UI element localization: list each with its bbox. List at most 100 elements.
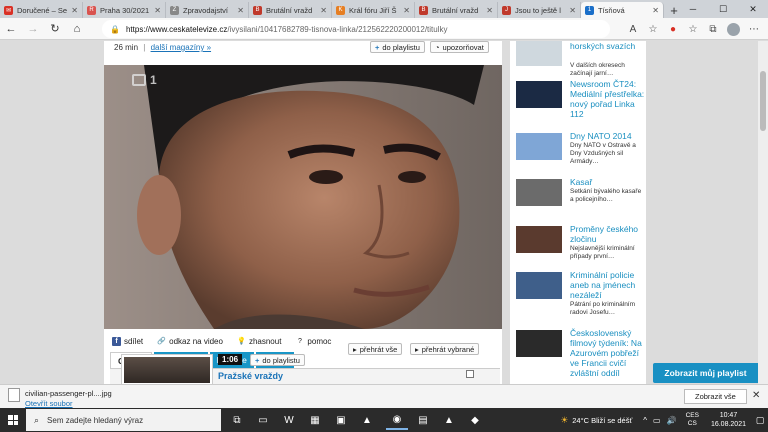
more-magazines-link[interactable]: další magazíny » bbox=[151, 43, 211, 52]
video-link[interactable]: 🔗 odkaz na video bbox=[157, 337, 223, 346]
app-icon-3[interactable]: ▤ bbox=[412, 410, 434, 430]
browser-tab[interactable]: Z Zpravodajství ✕ bbox=[166, 2, 249, 18]
file-icon bbox=[8, 388, 20, 402]
notifications-icon[interactable]: ▢ bbox=[752, 415, 768, 426]
related-thumbnail[interactable] bbox=[516, 41, 562, 66]
tab-favicon-icon: Z bbox=[170, 5, 179, 15]
browser-tab[interactable]: 1 Tísňová ✕ bbox=[581, 2, 664, 18]
tab-close-icon[interactable]: ✕ bbox=[652, 6, 659, 15]
related-title[interactable]: Dny NATO 2014 bbox=[570, 131, 646, 141]
app-icon-4[interactable]: ◆ bbox=[464, 410, 486, 430]
related-thumbnail[interactable] bbox=[516, 179, 562, 206]
page-scrollbar[interactable] bbox=[758, 41, 768, 384]
help-link[interactable]: ? pomoc bbox=[295, 337, 331, 346]
more-icon[interactable]: ⋯ bbox=[744, 24, 764, 35]
related-thumbnail[interactable] bbox=[516, 226, 562, 253]
read-aloud-icon[interactable]: A bbox=[623, 24, 643, 35]
home-icon[interactable]: ⌂ bbox=[66, 19, 88, 39]
avatar[interactable] bbox=[727, 22, 740, 36]
language-indicator[interactable]: CES CS bbox=[686, 412, 699, 428]
toolbar-actions: A ☆ ● ☆ ⧉ ⋯ bbox=[623, 20, 764, 38]
tab-close-icon[interactable]: ✕ bbox=[569, 6, 576, 15]
volume-icon[interactable]: 🔊 bbox=[667, 416, 677, 425]
tab-favicon-icon: ✉ bbox=[4, 5, 13, 15]
play-icon: ▸ bbox=[353, 344, 357, 354]
tab-close-icon[interactable]: ✕ bbox=[403, 6, 410, 15]
favorites-icon[interactable]: ☆ bbox=[683, 24, 703, 35]
close-window-icon[interactable]: ✕ bbox=[738, 0, 768, 18]
browser-tab[interactable]: ✉ Doručené – Se ✕ bbox=[0, 2, 83, 18]
related-title[interactable]: Kriminální policie aneb na jménech nezál… bbox=[570, 270, 646, 300]
browser-tab[interactable]: B Brutální vražd ✕ bbox=[415, 2, 498, 18]
related-title[interactable]: Proměny českého zločinu bbox=[570, 224, 646, 244]
browser-tab[interactable]: J Jsou to ještě l ✕ bbox=[498, 2, 581, 18]
download-item[interactable]: civilian-passenger-pl....jpg Otevřít sou… bbox=[8, 388, 112, 408]
related-title[interactable]: Kasař bbox=[570, 177, 646, 187]
acrobat-icon[interactable]: ▲ bbox=[438, 410, 460, 430]
close-download-bar-icon[interactable]: ✕ bbox=[752, 390, 760, 401]
episode-select-checkbox[interactable] bbox=[466, 370, 474, 378]
clock[interactable]: 10:47 16.08.2021 bbox=[711, 411, 746, 429]
tab-close-icon[interactable]: ✕ bbox=[237, 6, 244, 15]
notify-label: upozorňovat bbox=[442, 42, 484, 52]
scrollbar-thumb[interactable] bbox=[760, 71, 766, 131]
collections-icon[interactable]: ⧉ bbox=[703, 24, 723, 35]
related-thumbnail[interactable] bbox=[516, 81, 562, 108]
vlc-icon[interactable]: ▲ bbox=[356, 410, 378, 430]
tab-close-icon[interactable]: ✕ bbox=[320, 6, 327, 15]
app-icon-1[interactable]: ▦ bbox=[304, 410, 326, 430]
play-selected-button[interactable]: ▸ přehrát vybrané bbox=[410, 343, 480, 355]
taskbar-search[interactable]: ⌕ Sem zadejte hledaný výraz bbox=[26, 409, 221, 431]
show-all-downloads-button[interactable]: Zobrazit vše bbox=[684, 389, 747, 404]
tab-close-icon[interactable]: ✕ bbox=[154, 6, 161, 15]
forward-icon[interactable]: → bbox=[22, 19, 44, 39]
app-icon-2[interactable]: ▣ bbox=[330, 410, 352, 430]
share-link[interactable]: f sdílet bbox=[112, 336, 143, 346]
start-button[interactable] bbox=[0, 408, 26, 432]
related-thumbnail[interactable] bbox=[516, 272, 562, 299]
episode-add-playlist-button[interactable]: + do playlistu bbox=[250, 354, 305, 366]
extension-icon[interactable]: ● bbox=[663, 24, 683, 35]
task-view-icon[interactable]: ⧉ bbox=[226, 410, 248, 430]
related-thumbnail[interactable] bbox=[516, 330, 562, 357]
related-title[interactable]: Československý filmový týdeník: Na Azuro… bbox=[570, 328, 646, 378]
search-icon: ⌕ bbox=[34, 414, 40, 425]
browser-tab[interactable]: K Král fóru Jiří Š ✕ bbox=[332, 2, 415, 18]
episode-thumbnail[interactable] bbox=[122, 355, 212, 384]
dim-lights-label: zhasnout bbox=[248, 336, 282, 346]
minimize-icon[interactable]: ─ bbox=[678, 0, 708, 18]
dim-lights-link[interactable]: 💡 zhasnout bbox=[237, 337, 281, 346]
lock-icon[interactable]: 🔒 bbox=[110, 25, 120, 34]
tab-close-icon[interactable]: ✕ bbox=[486, 6, 493, 15]
related-title[interactable]: horských svazích bbox=[570, 41, 646, 51]
tab-close-icon[interactable]: ✕ bbox=[71, 6, 78, 15]
episode-duration: 1:06 bbox=[218, 354, 243, 365]
tab-favicon-icon: 1 bbox=[585, 5, 594, 15]
episode-title[interactable]: Pražské vraždy bbox=[218, 371, 283, 381]
related-title[interactable]: Newsroom ČT24: Mediální přestřelka: nový… bbox=[570, 79, 646, 119]
maximize-icon[interactable]: ☐ bbox=[708, 0, 738, 18]
add-to-playlist-button[interactable]: + do playlistu bbox=[370, 41, 425, 53]
related-thumbnail[interactable] bbox=[516, 133, 562, 160]
weather-widget[interactable]: ☀ 24°C Bliží se déšť bbox=[560, 415, 632, 426]
clock-date: 16.08.2021 bbox=[710, 421, 746, 428]
play-all-button[interactable]: ▸ přehrát vše bbox=[348, 343, 403, 355]
back-icon[interactable]: ← bbox=[0, 19, 22, 39]
url-host: https://www.ceskatelevize.cz bbox=[125, 24, 228, 34]
download-filename: civilian-passenger-pl....jpg bbox=[25, 389, 112, 398]
show-playlist-button[interactable]: Zobrazit můj playlist bbox=[653, 363, 758, 383]
explorer-icon[interactable]: ▭ bbox=[252, 410, 274, 430]
tray-expand-icon[interactable]: ^ bbox=[643, 416, 647, 425]
notify-button[interactable]: ◔ upozorňovat bbox=[430, 41, 489, 53]
edge-icon[interactable]: ◉ bbox=[386, 410, 408, 430]
word-icon[interactable]: W bbox=[278, 410, 300, 430]
network-icon[interactable]: ▭ bbox=[653, 416, 661, 425]
open-file-link[interactable]: Otevřít soubor bbox=[25, 399, 112, 408]
browser-tab[interactable]: R Praha 30/2021 ✕ bbox=[83, 2, 166, 18]
reload-icon[interactable]: ↻ bbox=[44, 19, 66, 39]
favorite-star-icon[interactable]: ☆ bbox=[643, 24, 663, 35]
tab-title: Brutální vražd bbox=[432, 5, 479, 15]
address-bar[interactable]: 🔒 https://www.ceskatelevize.cz/ivysilani… bbox=[102, 20, 610, 38]
video-player[interactable]: 1 bbox=[104, 65, 502, 329]
browser-tab[interactable]: B Brutální vražd ✕ bbox=[249, 2, 332, 18]
